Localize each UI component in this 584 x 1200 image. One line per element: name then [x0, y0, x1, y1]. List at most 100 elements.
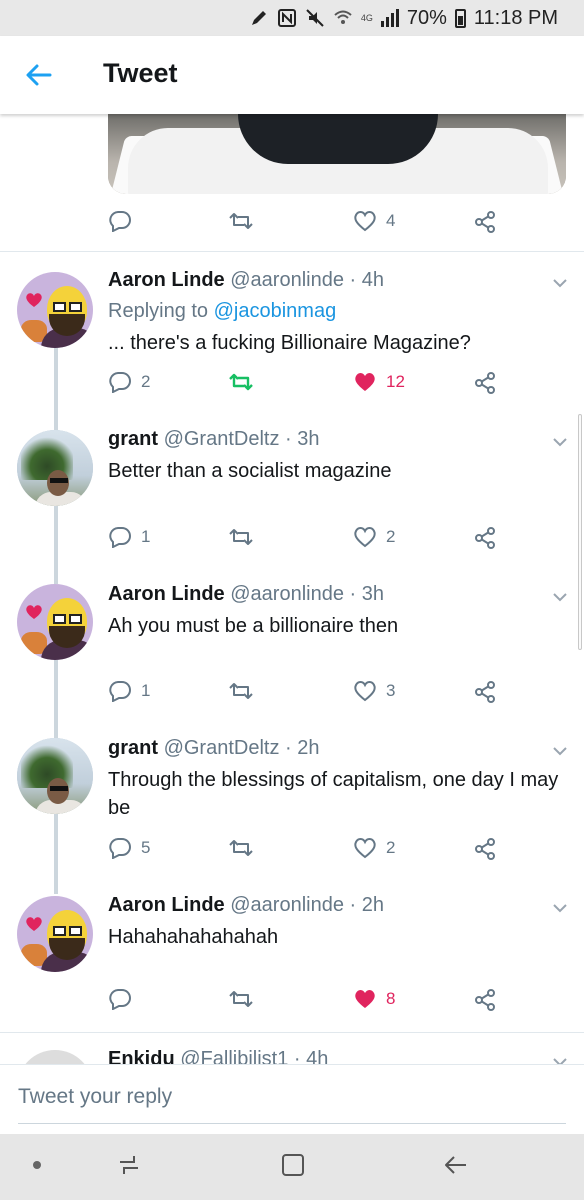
reply-button[interactable]: 5	[108, 837, 150, 859]
timestamp: · 2h	[285, 737, 320, 759]
thread-line	[54, 814, 58, 894]
timestamp: · 2h	[349, 894, 384, 916]
reply-button[interactable]: 1	[108, 680, 150, 702]
conversation-scroll[interactable]: 4 Aaron Linde @aaronlinde · 4h Replying …	[0, 114, 584, 1064]
share-icon	[475, 211, 495, 233]
reply-button[interactable]: 1	[108, 526, 150, 548]
display-name[interactable]: Aaron Linde	[108, 894, 225, 916]
retweet-icon	[229, 373, 253, 391]
replying-to: Replying to @jacobinmag	[108, 300, 336, 323]
display-name[interactable]: grant	[108, 428, 158, 450]
retweet-icon	[229, 991, 253, 1007]
retweet-icon	[229, 213, 253, 229]
retweet-button[interactable]	[228, 680, 263, 702]
avatar[interactable]	[17, 430, 93, 506]
retweet-icon	[229, 529, 253, 545]
dot-icon[interactable]	[33, 1161, 41, 1169]
timestamp: · 4h	[349, 269, 384, 291]
reply-count: 2	[141, 372, 151, 391]
like-count: 2	[386, 838, 396, 857]
share-icon	[475, 372, 495, 394]
handle[interactable]: @aaronlinde	[230, 894, 344, 916]
like-button[interactable]: 12	[353, 371, 405, 393]
mention-link[interactable]: @jacobinmag	[214, 300, 337, 322]
share-button[interactable]	[473, 680, 497, 704]
back-icon[interactable]	[442, 1152, 470, 1178]
clock: 11:18 PM	[473, 6, 558, 29]
display-name[interactable]: Enkidu	[108, 1048, 175, 1064]
tweet-header: grant @GrantDeltz · 3h	[108, 428, 319, 451]
reply-composer[interactable]: Tweet your reply	[0, 1064, 584, 1134]
retweet-button[interactable]	[228, 371, 263, 393]
retweet-button[interactable]	[228, 988, 263, 1010]
recent-apps-icon[interactable]	[114, 1150, 144, 1180]
like-button[interactable]: 8	[353, 988, 395, 1010]
status-bar: 4G 70% 11:18 PM	[0, 0, 584, 36]
share-icon	[475, 527, 495, 549]
tweet-media-image[interactable]	[108, 114, 566, 194]
display-name[interactable]: Aaron Linde	[108, 269, 225, 291]
like-count: 3	[386, 681, 396, 700]
like-button[interactable]: 2	[353, 526, 395, 548]
chevron-down-icon[interactable]	[552, 903, 568, 913]
reply-count: 1	[141, 681, 151, 700]
chevron-down-icon[interactable]	[552, 437, 568, 447]
handle[interactable]: @Fallibilist1	[180, 1048, 288, 1064]
like-button[interactable]: 4	[353, 210, 395, 232]
back-arrow-icon[interactable]	[22, 58, 56, 92]
share-icon	[475, 838, 495, 860]
heart-filled-icon	[355, 373, 375, 391]
heart-sticker-icon	[26, 605, 42, 619]
tweet-text: Better than a socialist magazine	[108, 460, 392, 482]
divider	[0, 1032, 584, 1033]
like-button[interactable]: 3	[353, 680, 395, 702]
reply-icon	[109, 527, 131, 548]
handle[interactable]: @aaronlinde	[230, 269, 344, 291]
reply-button[interactable]: 2	[108, 371, 150, 393]
divider	[0, 251, 584, 252]
avatar[interactable]	[17, 272, 93, 348]
retweet-button[interactable]	[228, 837, 263, 859]
share-button[interactable]	[473, 988, 497, 1012]
reply-input[interactable]: Tweet your reply	[18, 1085, 172, 1109]
reply-button[interactable]	[108, 988, 141, 1010]
avatar[interactable]	[17, 1050, 93, 1064]
reply-icon	[109, 372, 131, 393]
tweet-actions: 4	[108, 210, 508, 240]
reply-button[interactable]	[108, 210, 141, 232]
avatar[interactable]	[17, 584, 93, 660]
chevron-down-icon[interactable]	[552, 592, 568, 602]
heart-icon	[354, 681, 376, 702]
avatar[interactable]	[17, 738, 93, 814]
replying-to-label: Replying to	[108, 300, 209, 322]
wifi-icon	[334, 10, 352, 24]
handle[interactable]: @GrantDeltz	[164, 737, 280, 759]
share-button[interactable]	[473, 371, 497, 395]
signal-icon	[380, 9, 399, 27]
like-button[interactable]: 2	[353, 837, 395, 859]
timestamp: · 4h	[293, 1048, 329, 1064]
chevron-down-icon[interactable]	[552, 1057, 568, 1064]
avatar[interactable]	[17, 896, 93, 972]
timestamp: · 3h	[285, 428, 320, 450]
chevron-down-icon[interactable]	[552, 746, 568, 756]
home-icon[interactable]	[280, 1152, 306, 1178]
share-button[interactable]	[473, 837, 497, 861]
retweet-button[interactable]	[228, 210, 263, 232]
handle[interactable]: @GrantDeltz	[164, 428, 280, 450]
share-button[interactable]	[473, 526, 497, 550]
page-title: Tweet	[103, 58, 178, 88]
scrollbar[interactable]	[578, 414, 582, 650]
like-count: 4	[386, 211, 396, 230]
display-name[interactable]: Aaron Linde	[108, 583, 225, 605]
reply-icon	[109, 681, 131, 702]
system-nav-bar	[0, 1134, 584, 1200]
chevron-down-icon[interactable]	[552, 278, 568, 288]
handle[interactable]: @aaronlinde	[230, 583, 344, 605]
tweet-header: grant @GrantDeltz · 2h	[108, 737, 319, 760]
share-button[interactable]	[473, 210, 497, 234]
retweet-button[interactable]	[228, 526, 263, 548]
tweet-header: Aaron Linde @aaronlinde · 2h	[108, 894, 384, 917]
display-name[interactable]: grant	[108, 737, 158, 759]
battery-percent: 70%	[406, 6, 447, 29]
